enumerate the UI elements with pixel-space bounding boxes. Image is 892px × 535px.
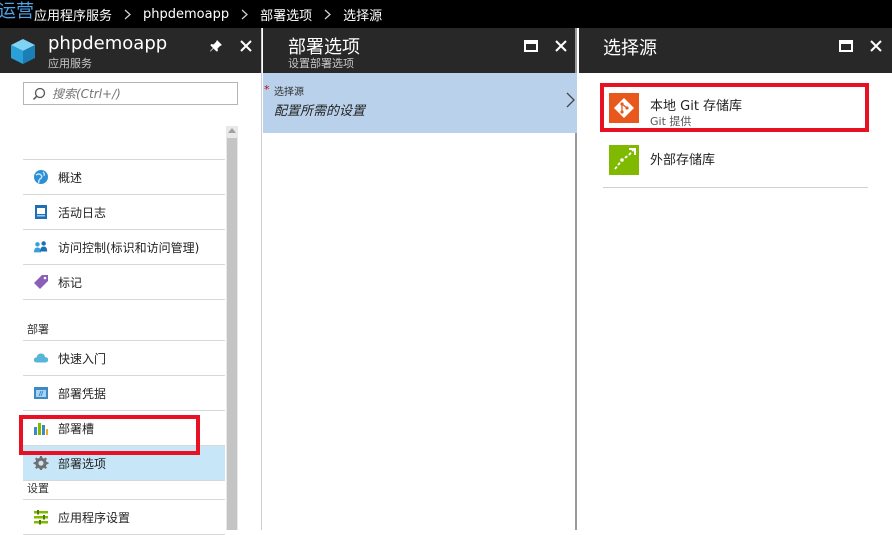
chevron-right-icon bbox=[124, 9, 131, 20]
menu-item-deployment-options[interactable]: 部署选项 bbox=[23, 446, 225, 481]
menu-item-label: 活动日志 bbox=[58, 205, 107, 220]
brand-label[interactable]: 运营 bbox=[0, 0, 34, 28]
source-title: 外部存储库 bbox=[650, 153, 716, 168]
blade-title: phpdemoapp bbox=[48, 33, 168, 54]
breadcrumb-deployment-options[interactable]: 部署选项 bbox=[260, 5, 312, 24]
log-icon bbox=[33, 204, 49, 220]
close-icon[interactable] bbox=[236, 36, 256, 56]
section-header-settings: 设置 bbox=[27, 482, 49, 495]
deployment-options-blade: 部署选项 设置部署选项 * 选择源 配置所需的设置 bbox=[263, 28, 577, 530]
source-subtitle: Git 提供 bbox=[650, 115, 692, 128]
blade-subtitle: 应用服务 bbox=[48, 57, 92, 70]
blade-subtitle: 设置部署选项 bbox=[288, 57, 354, 70]
slots-icon bbox=[33, 420, 49, 436]
option-label: 选择源 bbox=[274, 87, 304, 98]
cloud-icon bbox=[33, 350, 49, 366]
close-icon[interactable] bbox=[551, 36, 571, 56]
menu-item-access-control[interactable]: 访问控制(标识和访问管理) bbox=[23, 230, 225, 265]
option-value: 配置所需的设置 bbox=[274, 104, 366, 119]
globe-icon bbox=[33, 169, 49, 185]
pin-icon[interactable] bbox=[206, 36, 226, 56]
menu-item-activity-log[interactable]: 活动日志 bbox=[23, 195, 225, 230]
blade-title: 选择源 bbox=[603, 38, 657, 59]
menu-item-label: 标记 bbox=[58, 275, 83, 290]
scrollbar-thumb[interactable] bbox=[227, 138, 237, 530]
close-icon[interactable] bbox=[866, 36, 886, 56]
blade-header: 选择源 bbox=[579, 28, 892, 73]
menu-item-overview[interactable]: 概述 bbox=[23, 160, 225, 195]
settings-list-icon bbox=[33, 509, 49, 525]
required-marker: * bbox=[264, 83, 270, 96]
maximize-icon[interactable] bbox=[836, 36, 856, 56]
menu-scrollbar[interactable] bbox=[226, 126, 238, 530]
breadcrumb-app[interactable]: phpdemoapp bbox=[143, 7, 229, 22]
menu-item-tags[interactable]: 标记 bbox=[23, 265, 225, 300]
credentials-icon bbox=[33, 385, 49, 401]
menu-item-deployment-credentials[interactable]: 部署凭据 bbox=[23, 376, 225, 411]
blade-header: 部署选项 设置部署选项 bbox=[263, 28, 575, 73]
menu-item-label: 概述 bbox=[58, 170, 83, 185]
scroll-up-icon[interactable] bbox=[228, 128, 236, 133]
top-bar: 运营 应用程序服务 phpdemoapp 部署选项 选择源 bbox=[0, 0, 892, 28]
breadcrumb-app-services[interactable]: 应用程序服务 bbox=[34, 5, 112, 24]
menu-item-label: 部署选项 bbox=[58, 456, 107, 471]
source-external-repo[interactable]: 外部存储库 bbox=[603, 133, 868, 188]
app-service-blade: phpdemoapp 应用服务 概述 活动日志 访问控制(标识和访问管理) bbox=[0, 28, 262, 535]
menu-item-label: 部署槽 bbox=[58, 421, 95, 436]
users-icon bbox=[33, 239, 49, 255]
choose-source-option[interactable]: * 选择源 配置所需的设置 bbox=[263, 73, 577, 133]
app-service-icon bbox=[9, 37, 37, 69]
gear-icon bbox=[33, 455, 49, 471]
search-input[interactable] bbox=[52, 86, 222, 101]
maximize-icon[interactable] bbox=[521, 36, 541, 56]
blade-header: phpdemoapp 应用服务 bbox=[0, 28, 261, 73]
chevron-right-icon bbox=[324, 9, 332, 20]
search-icon bbox=[32, 87, 46, 101]
menu-item-label: 部署凭据 bbox=[58, 386, 107, 401]
external-repo-icon bbox=[609, 145, 639, 175]
menu-item-label: 应用程序设置 bbox=[58, 510, 131, 525]
section-header-deployment: 部署 bbox=[27, 323, 49, 336]
menu-item-quickstart[interactable]: 快速入门 bbox=[23, 341, 225, 376]
menu-item-label: 访问控制(标识和访问管理) bbox=[58, 240, 200, 255]
git-icon bbox=[609, 93, 639, 123]
menu-item-deployment-slots[interactable]: 部署槽 bbox=[23, 411, 225, 446]
breadcrumb: 应用程序服务 phpdemoapp 部署选项 选择源 bbox=[34, 0, 382, 28]
chevron-right-icon bbox=[566, 92, 575, 108]
tag-icon bbox=[33, 274, 49, 290]
source-title: 本地 Git 存储库 bbox=[650, 99, 743, 114]
choose-source-blade: 选择源 本地 Git 存储库 Git 提供 外部存储库 bbox=[579, 28, 892, 530]
source-local-git[interactable]: 本地 Git 存储库 Git 提供 bbox=[603, 85, 868, 132]
chevron-right-icon bbox=[241, 9, 249, 20]
breadcrumb-choose-source[interactable]: 选择源 bbox=[343, 5, 382, 24]
search-box[interactable] bbox=[23, 82, 238, 105]
menu-item-label: 快速入门 bbox=[58, 351, 107, 366]
